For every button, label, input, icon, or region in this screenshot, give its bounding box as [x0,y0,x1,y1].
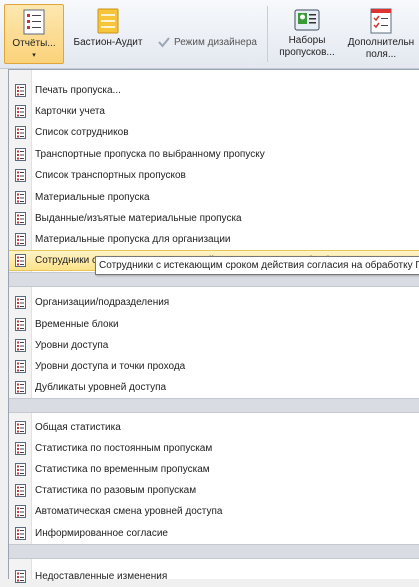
report-item-icon [9,381,31,394]
report-item-icon [9,318,31,331]
menu-item[interactable]: Статистика по разовым пропускам [9,480,419,501]
menu-item[interactable]: Статистика по временным пропускам [9,459,419,480]
checkmark-icon [158,37,170,48]
menu-item-label: Статистика по разовым пропускам [35,485,197,496]
extra-fields-label-line2: поля... [365,49,397,60]
pass-sets-button[interactable]: Наборы пропусков... [276,4,338,59]
report-item-icon [9,570,31,583]
menu-item[interactable]: Дубликаты уровней доступа [9,377,419,398]
reports-dropdown-menu: Печать пропуска... Карточки учета Список с… [8,69,419,583]
bastion-audit-label: Бастион-Аудит [73,37,143,48]
designer-mode-label: Режим дизайнера [174,36,257,48]
menu-item[interactable]: Информированное согласие [9,523,419,544]
menu-item-label: Автоматическая смена уровней доступа [35,506,223,517]
menu-item-label: Карточки учета [35,106,105,117]
menu-item-label: Материальные пропуска [35,192,150,203]
reports-label: Отчёты... [12,38,56,49]
menu-item-label: Статистика по временным пропускам [35,464,210,475]
report-item-icon [9,254,31,267]
extra-fields-icon [370,8,392,34]
menu-item-label: Выданные/изъятые материальные пропуска [35,213,242,224]
menu-item[interactable]: Материальные пропуска для организации [9,229,419,250]
menu-item[interactable]: Общая статистика [9,417,419,438]
report-item-icon [9,339,31,352]
dropdown-arrow-icon: ▾ [32,52,36,59]
reports-button[interactable]: Отчёты... ▾ [4,4,64,64]
menu-item[interactable]: Карточки учета [9,101,419,122]
pass-sets-label-line1: Наборы [288,35,326,46]
designer-mode-toggle[interactable]: Режим дизайнера [158,36,257,48]
menu-item[interactable]: Печать пропуска... [9,80,419,101]
menu-item[interactable]: Уровни доступа и точки прохода [9,356,419,377]
report-item-icon [9,84,31,97]
menu-item-label: Информированное согласие [35,528,168,539]
menu-item-label: Организации/подразделения [35,297,170,308]
menu-item-label: Материальные пропуска для организации [35,234,231,245]
report-item-icon [9,360,31,373]
report-item-icon [9,296,31,309]
menu-item-label: Транспортные пропуска по выбранному проп… [35,149,265,160]
menu-item[interactable]: Недоставленные изменения [9,566,419,587]
report-item-icon [9,505,31,518]
menu-item-label: Уровни доступа [35,340,109,351]
pass-sets-label-line2: пропусков... [279,47,335,58]
report-item-icon [9,442,31,455]
menu-item-label: Недоставленные изменения [35,571,168,582]
report-item-icon [9,421,31,434]
extra-fields-label-line1: Дополнительн [347,37,415,48]
menu-item[interactable]: Выданные/изъятые материальные пропуска [9,208,419,229]
report-item-icon [9,527,31,540]
report-item-icon [9,105,31,118]
extra-fields-button[interactable]: Дополнительн поля... [343,4,419,61]
menu-item[interactable]: Временные блоки [9,314,419,335]
menu-item-label: Дубликаты уровней доступа [35,382,167,393]
menu-item[interactable]: Уровни доступа [9,335,419,356]
report-item-icon [9,191,31,204]
report-item-icon [9,148,31,161]
report-item-icon [9,212,31,225]
menu-item-label: Уровни доступа и точки прохода [35,361,186,372]
menu-item[interactable]: Список сотрудников [9,122,419,143]
menu-item-label: Список транспортных пропусков [35,170,186,181]
bastion-audit-icon [97,8,119,34]
ribbon-separator [267,6,268,62]
menu-item[interactable]: Транспортные пропуска по выбранному проп… [9,144,419,165]
menu-item[interactable]: Список транспортных пропусков [9,165,419,186]
report-item-icon [9,169,31,182]
report-item-icon [9,484,31,497]
menu-item[interactable]: Организации/подразделения [9,292,419,313]
pass-sets-icon [294,9,320,31]
report-item-icon [9,233,31,246]
report-item-icon [9,463,31,476]
menu-item-tooltip: Сотрудники с истекающим сроком действия … [95,256,419,275]
report-item-icon [9,126,31,139]
menu-item[interactable]: Статистика по постоянным пропускам [9,438,419,459]
menu-separator [9,544,419,559]
report-icon [23,9,45,35]
ribbon-toolbar: Отчёты... ▾ Бастион-Аудит Режим дизайнер… [0,0,419,69]
menu-item[interactable]: Автоматическая смена уровней доступа [9,501,419,522]
menu-item[interactable]: Материальные пропуска [9,187,419,208]
menu-item-label: Печать пропуска... [35,85,121,96]
menu-item-label: Общая статистика [35,422,121,433]
bastion-audit-button[interactable]: Бастион-Аудит [68,4,148,49]
menu-item-label: Список сотрудников [35,127,129,138]
menu-item-label: Статистика по постоянным пропускам [35,443,213,454]
menu-item-label: Временные блоки [35,319,119,330]
menu-separator [9,398,419,413]
